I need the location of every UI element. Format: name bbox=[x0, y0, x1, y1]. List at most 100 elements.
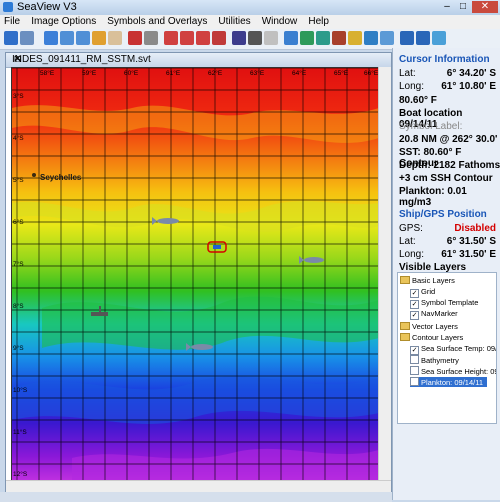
cursor-temp: 80.60° F bbox=[399, 95, 437, 106]
seychelles-label: Seychelles bbox=[40, 173, 82, 182]
doc-close-button[interactable]: ✕ bbox=[12, 54, 23, 65]
bathymetry-icon[interactable] bbox=[316, 31, 330, 45]
document-title: INDES_091411_RM_SSTM.svt bbox=[12, 54, 151, 65]
menu-symbols-overlays[interactable]: Symbols and Overlays bbox=[103, 15, 211, 29]
status-bar bbox=[0, 492, 392, 502]
checkbox-unchecked-icon[interactable] bbox=[410, 355, 419, 364]
gps-long-label: Long: bbox=[399, 249, 425, 260]
lat-label-12s: 12°S bbox=[13, 470, 28, 478]
lon-label-65: 65°E bbox=[334, 69, 349, 77]
layer-ssh[interactable]: Sea Surface Height: 09/1 bbox=[410, 366, 496, 376]
menu-window[interactable]: Window bbox=[258, 15, 302, 29]
layer-group-vector[interactable]: Vector Layers bbox=[400, 322, 458, 331]
lon-label-64: 64°E bbox=[292, 69, 307, 77]
checkbox-checked-icon[interactable]: ✓ bbox=[410, 289, 419, 298]
ssh-value: +3 cm SSH Contour bbox=[399, 173, 493, 184]
sst-map[interactable]: 58°E 59°E 60°E 61°E 62°E 63°E 64°E 65°E … bbox=[11, 67, 380, 482]
gps-status: Disabled bbox=[454, 223, 496, 234]
rotate-icon[interactable] bbox=[300, 31, 314, 45]
title-bar: SeaView V3 – □ ✕ bbox=[0, 0, 500, 16]
download-icon[interactable] bbox=[400, 31, 414, 45]
close-button[interactable]: ✕ bbox=[472, 1, 498, 13]
folder-icon bbox=[400, 333, 410, 341]
gps-long-value: 61° 31.50' E bbox=[441, 249, 496, 260]
document-title-bar: INDES_091411_RM_SSTM.svt – □ ✕ bbox=[6, 53, 391, 68]
grid-icon[interactable] bbox=[380, 31, 394, 45]
color-palette-icon[interactable] bbox=[348, 31, 362, 45]
menu-help[interactable]: Help bbox=[304, 15, 333, 29]
checkbox-unchecked-icon[interactable] bbox=[410, 366, 419, 375]
arrow-tool-icon[interactable] bbox=[284, 31, 298, 45]
lat-label-8s: 8°S bbox=[13, 302, 24, 310]
waypoint-icon[interactable] bbox=[196, 31, 210, 45]
open-icon[interactable] bbox=[20, 31, 34, 45]
layer-bathymetry[interactable]: Bathymetry bbox=[410, 355, 459, 365]
checkbox-checked-icon[interactable]: ✓ bbox=[410, 311, 419, 320]
layer-sst[interactable]: ✓Sea Surface Temp: 09/14 bbox=[410, 344, 496, 355]
save-icon[interactable] bbox=[4, 31, 18, 45]
layers-tree: Basic Layers ✓ Grid ✓ Symbol Template ✓ Nav… bbox=[397, 272, 497, 424]
depth-value: Depth: 2182 Fathoms bbox=[399, 160, 500, 171]
menu-utilities[interactable]: Utilities bbox=[214, 15, 254, 29]
chart-icon[interactable] bbox=[332, 31, 346, 45]
lat-label-11s: 11°S bbox=[13, 428, 27, 436]
ruler-icon[interactable] bbox=[144, 31, 158, 45]
lon-label-60: 60°E bbox=[124, 69, 139, 77]
map-canvas[interactable]: 58°E 59°E 60°E 61°E 62°E 63°E 64°E 65°E … bbox=[12, 68, 379, 481]
menu-file[interactable]: File bbox=[0, 15, 24, 29]
target-icon[interactable] bbox=[180, 31, 194, 45]
route-icon[interactable] bbox=[212, 31, 226, 45]
layer-grid[interactable]: ✓ Grid bbox=[410, 287, 435, 298]
folder-icon bbox=[400, 322, 410, 330]
zoom-in-icon[interactable] bbox=[60, 31, 74, 45]
lat-label-3s: 3°S bbox=[13, 92, 24, 100]
map-document-window: INDES_091411_RM_SSTM.svt – □ ✕ 58°E 59°E… bbox=[5, 52, 392, 494]
zoom-box-icon[interactable] bbox=[92, 31, 106, 45]
lon-label-61: 61°E bbox=[166, 69, 181, 77]
layer-plankton[interactable]: Plankton: 09/14/11 bbox=[410, 377, 487, 387]
menu-image-options[interactable]: Image Options bbox=[27, 15, 100, 29]
lat-label-4s: 4°S bbox=[13, 134, 24, 142]
cursor-long-value: 61° 10.80' E bbox=[441, 81, 496, 92]
checkbox-unchecked-icon[interactable] bbox=[410, 377, 419, 386]
crosshair-icon[interactable] bbox=[128, 31, 142, 45]
settings-icon[interactable] bbox=[416, 31, 430, 45]
checkbox-checked-icon[interactable]: ✓ bbox=[410, 300, 419, 309]
layer-symbol-template[interactable]: ✓ Symbol Template bbox=[410, 298, 478, 309]
lon-label-58: 58°E bbox=[40, 69, 55, 77]
text-icon[interactable] bbox=[264, 31, 278, 45]
symbol-label: Symbol Label: bbox=[399, 121, 463, 132]
maximize-button[interactable]: □ bbox=[456, 1, 470, 13]
gps-label: GPS: bbox=[399, 223, 423, 234]
move-icon[interactable] bbox=[164, 31, 178, 45]
layer-group-basic[interactable]: Basic Layers bbox=[400, 276, 455, 285]
cursor-lat-value: 6° 34.20' S bbox=[446, 68, 496, 79]
boat-icon[interactable] bbox=[248, 31, 262, 45]
range-bearing: 20.8 NM @ 262° 30.0' bbox=[399, 134, 498, 145]
checkbox-checked-icon[interactable]: ✓ bbox=[410, 346, 419, 355]
app-icon bbox=[3, 2, 13, 12]
lon-label-59: 59°E bbox=[82, 69, 97, 77]
pan-hand-icon[interactable] bbox=[108, 31, 122, 45]
layer-group-contour[interactable]: Contour Layers bbox=[400, 333, 463, 342]
vertical-scrollbar[interactable] bbox=[378, 67, 391, 480]
menu-bar: File Image Options Symbols and Overlays … bbox=[0, 15, 500, 29]
layers-icon[interactable] bbox=[232, 31, 246, 45]
gps-lat-value: 6° 31.50' S bbox=[446, 236, 496, 247]
lat-label-7s: 7°S bbox=[13, 260, 24, 268]
gps-header: Ship/GPS Position bbox=[399, 209, 487, 220]
minimize-button[interactable]: – bbox=[440, 1, 454, 13]
pointer-icon[interactable] bbox=[44, 31, 58, 45]
lat-label-6s: 6°S bbox=[13, 218, 24, 226]
zoom-out-icon[interactable] bbox=[76, 31, 90, 45]
lon-label-62: 62°E bbox=[208, 69, 223, 77]
window-title: SeaView V3 bbox=[17, 1, 77, 13]
lon-label-66: 66°E bbox=[364, 69, 379, 77]
layer-navmarker[interactable]: ✓ NavMarker bbox=[410, 309, 458, 320]
info-panel: Cursor Information Lat: 6° 34.20' S Long… bbox=[392, 48, 500, 500]
globe-icon[interactable] bbox=[364, 31, 378, 45]
water-icon[interactable] bbox=[432, 31, 446, 45]
seychelles-island-icon bbox=[32, 173, 36, 177]
cursor-info-header: Cursor Information bbox=[399, 54, 490, 65]
lon-label-63: 63°E bbox=[250, 69, 265, 77]
